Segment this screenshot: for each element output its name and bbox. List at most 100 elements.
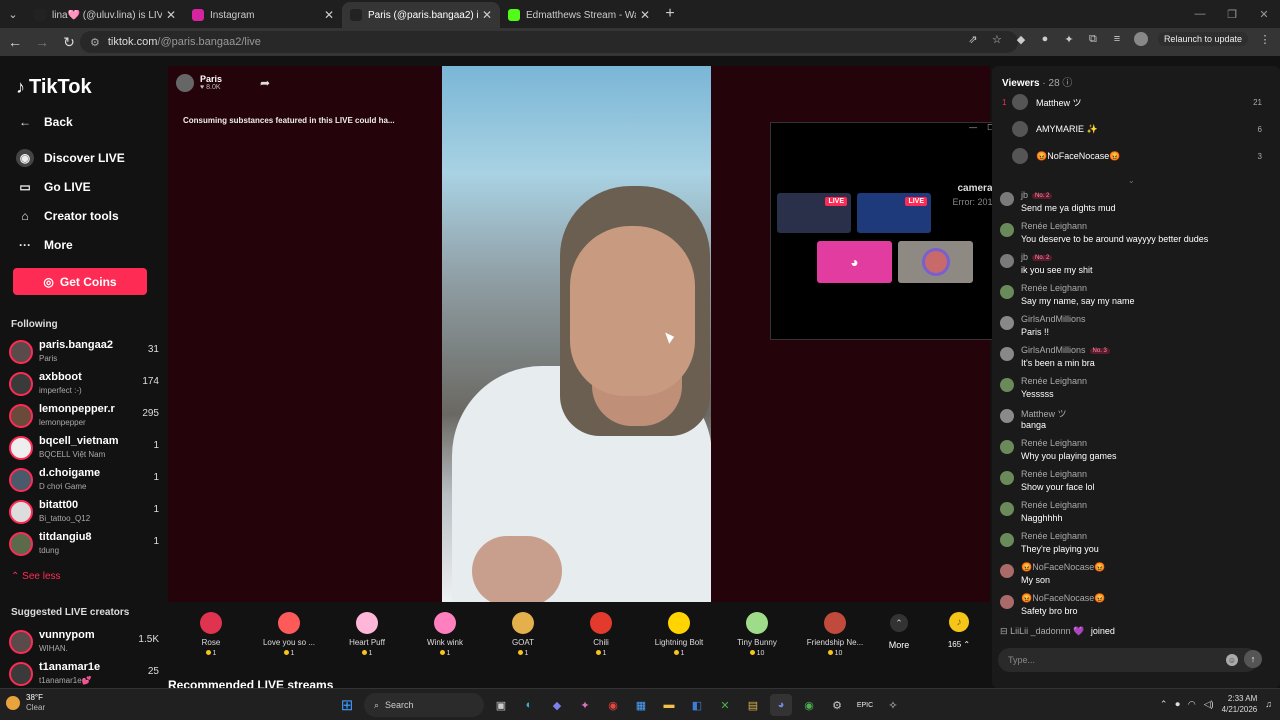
reload-icon[interactable]: ↻ xyxy=(57,30,81,54)
live-thumbnail[interactable]: LIVE xyxy=(777,193,851,233)
sidebar-account-item[interactable]: titdangiu8 tdung 1 xyxy=(9,530,159,558)
nav-go-live[interactable]: ▭ Go LIVE xyxy=(16,178,90,196)
bookmark-star-icon[interactable]: ☆ xyxy=(990,32,1004,46)
coin-balance[interactable]: ♪ 165 ⌃ xyxy=(932,602,986,658)
chat-username[interactable]: 😡NoFaceNocase😡 xyxy=(1021,593,1105,604)
epic-games-icon[interactable]: EPIC xyxy=(854,694,876,716)
extension-icon[interactable]: ✦ xyxy=(1062,32,1076,46)
collapse-chevron-icon[interactable]: ⌄ xyxy=(1128,176,1135,185)
tab-close-icon[interactable]: ✕ xyxy=(640,8,650,22)
teams-icon[interactable]: ◆ xyxy=(546,694,568,716)
chat-username[interactable]: 😡NoFaceNocase😡 xyxy=(1021,562,1105,573)
browser-tab[interactable]: lina🩷 (@uluv.lina) is LIVE - TikTok ✕ xyxy=(26,2,184,28)
weather-widget[interactable]: 38°F Clear xyxy=(6,693,45,713)
chat-username[interactable]: Renée Leighann xyxy=(1021,469,1087,479)
windows-start-icon[interactable]: ⊞ xyxy=(336,694,358,716)
gift-item[interactable]: Lightning Bolt 1 xyxy=(640,602,718,662)
app-icon[interactable]: ▤ xyxy=(742,694,764,716)
profile-avatar[interactable] xyxy=(1133,32,1148,46)
new-tab-button[interactable]: + xyxy=(658,2,682,26)
xbox-icon[interactable]: ✕ xyxy=(714,694,736,716)
edge-icon[interactable]: ◐ xyxy=(518,694,540,716)
sidebar-account-item[interactable]: bitatt00 Bi_tattoo_Q12 1 xyxy=(9,498,159,526)
sidebar-account-item[interactable]: vunnypom WIHAN. 1.5K xyxy=(9,628,159,656)
gift-item[interactable]: Wink wink 1 xyxy=(406,602,484,662)
menu-kebab-icon[interactable]: ⋮ xyxy=(1258,32,1272,46)
chat-username[interactable]: Renée Leighann xyxy=(1021,376,1087,386)
tab-close-icon[interactable]: ✕ xyxy=(482,8,492,22)
app-thumbnail[interactable] xyxy=(898,241,973,283)
top-viewer-row[interactable]: AMYMARIE ✨ 6 xyxy=(1002,119,1262,139)
copilot-icon[interactable]: ✦ xyxy=(574,694,596,716)
chat-username[interactable]: GirlsAndMillions No. 3 xyxy=(1021,345,1110,355)
app-icon[interactable]: ✧ xyxy=(882,694,904,716)
extension-icon[interactable]: ● xyxy=(1038,32,1052,46)
discord-taskbar-icon[interactable]: ◕ xyxy=(770,694,792,716)
browser-tab[interactable]: Paris (@paris.bangaa2) is LIVE ✕ xyxy=(342,2,500,28)
nav-discover-live[interactable]: ◉ Discover LIVE xyxy=(16,149,125,167)
chat-username[interactable]: Renée Leighann xyxy=(1021,500,1087,510)
close-window-icon[interactable]: ✕ xyxy=(1248,0,1280,28)
sidebar-account-item[interactable]: axbboot imperfect :-) 174 xyxy=(9,370,159,398)
chat-input[interactable]: Type... xyxy=(998,648,1258,672)
floating-window[interactable]: — ☐ ✕ LIVE LIVE camera Error: 2012 ◕ xyxy=(770,122,1018,340)
viewers-heading[interactable]: Viewers · 28 ⓘ xyxy=(1002,74,1072,89)
avatar[interactable] xyxy=(1000,409,1014,423)
sidebar-account-item[interactable]: lemonpepper.r lemonpepper 295 xyxy=(9,402,159,430)
discord-icon[interactable]: ◕ xyxy=(817,241,892,283)
avatar[interactable] xyxy=(1000,223,1014,237)
tray-chevron-icon[interactable]: ⌃ xyxy=(1160,699,1168,710)
streamer-info[interactable]: Paris ♥ 8.0K xyxy=(176,74,222,92)
url-field[interactable]: ⚙ tiktok.com /@paris.bangaa2/live xyxy=(80,31,1018,53)
chat-username[interactable]: Renée Leighann xyxy=(1021,531,1087,541)
avatar[interactable] xyxy=(1000,595,1014,609)
nav-more[interactable]: ··· More xyxy=(16,236,73,254)
chat-username[interactable]: GirlsAndMillions xyxy=(1021,314,1086,324)
top-viewer-row[interactable]: 1 Matthew ツ 21 xyxy=(1002,92,1262,112)
avatar[interactable] xyxy=(1000,347,1014,361)
streamer-avatar[interactable] xyxy=(176,74,194,92)
avatar[interactable] xyxy=(1000,192,1014,206)
browser-tab[interactable]: Edmatthews Stream - Watch Live ✕ xyxy=(500,2,658,28)
nav-creator-tools[interactable]: ⌂ Creator tools xyxy=(16,207,118,225)
chat-username[interactable]: Renée Leighann xyxy=(1021,283,1087,293)
popup-minimize-icon[interactable]: — xyxy=(969,123,977,137)
avatar[interactable] xyxy=(1000,502,1014,516)
emoji-icon[interactable]: ☺ xyxy=(1226,654,1238,666)
file-explorer-icon[interactable]: ▬ xyxy=(658,694,680,716)
minimize-icon[interactable]: — xyxy=(1184,0,1216,28)
settings-icon[interactable]: ⚙ xyxy=(826,694,848,716)
chat-username[interactable]: Matthew ツ xyxy=(1021,407,1067,420)
notification-bell-icon[interactable]: ♫ xyxy=(1265,699,1272,709)
tiktok-logo[interactable]: ♪ TikTok xyxy=(16,76,92,99)
clock[interactable]: 2:33 AM 4/21/2026 xyxy=(1222,693,1258,715)
see-less-link[interactable]: ⌃ See less xyxy=(11,571,61,582)
app-icon[interactable]: ◧ xyxy=(686,694,708,716)
maximize-icon[interactable]: ❐ xyxy=(1216,0,1248,28)
top-viewer-row[interactable]: 😡NoFaceNocase😡 3 xyxy=(1002,146,1262,166)
extension-icon[interactable]: ◆ xyxy=(1014,32,1028,46)
site-info-icon[interactable]: ⚙ xyxy=(90,36,100,49)
tab-close-icon[interactable]: ✕ xyxy=(324,8,334,22)
relaunch-button[interactable]: Relaunch to update xyxy=(1157,32,1248,46)
taskbar-search[interactable]: ⌕ Search xyxy=(364,693,484,717)
chrome-icon[interactable]: ◉ xyxy=(602,694,624,716)
avatar[interactable] xyxy=(1000,316,1014,330)
wifi-icon[interactable]: ◠ xyxy=(1188,699,1196,710)
tab-search-icon[interactable]: ⌄ xyxy=(0,0,26,28)
extensions-puzzle-icon[interactable]: ⧉ xyxy=(1086,32,1100,46)
reading-list-icon[interactable]: ≡ xyxy=(1110,32,1124,46)
chat-username[interactable]: jb No. 2 xyxy=(1021,252,1053,262)
tab-close-icon[interactable]: ✕ xyxy=(166,8,176,22)
gift-item[interactable]: Friendship Ne... 10 xyxy=(796,602,874,662)
sidebar-account-item[interactable]: paris.bangaa2 Paris 31 xyxy=(9,338,159,366)
live-thumbnail[interactable]: LIVE xyxy=(857,193,931,233)
forward-arrow-icon[interactable]: → xyxy=(30,30,54,54)
avatar[interactable] xyxy=(1000,471,1014,485)
send-icon[interactable]: ↑ xyxy=(1244,650,1262,668)
chat-username[interactable]: Renée Leighann xyxy=(1021,438,1087,448)
back-arrow-icon[interactable]: ← xyxy=(3,30,27,54)
get-coins-button[interactable]: ◎ Get Coins xyxy=(13,268,147,295)
gift-item[interactable]: Heart Puff 1 xyxy=(328,602,406,662)
more-gifts-button[interactable]: ⌃ More xyxy=(874,602,924,662)
